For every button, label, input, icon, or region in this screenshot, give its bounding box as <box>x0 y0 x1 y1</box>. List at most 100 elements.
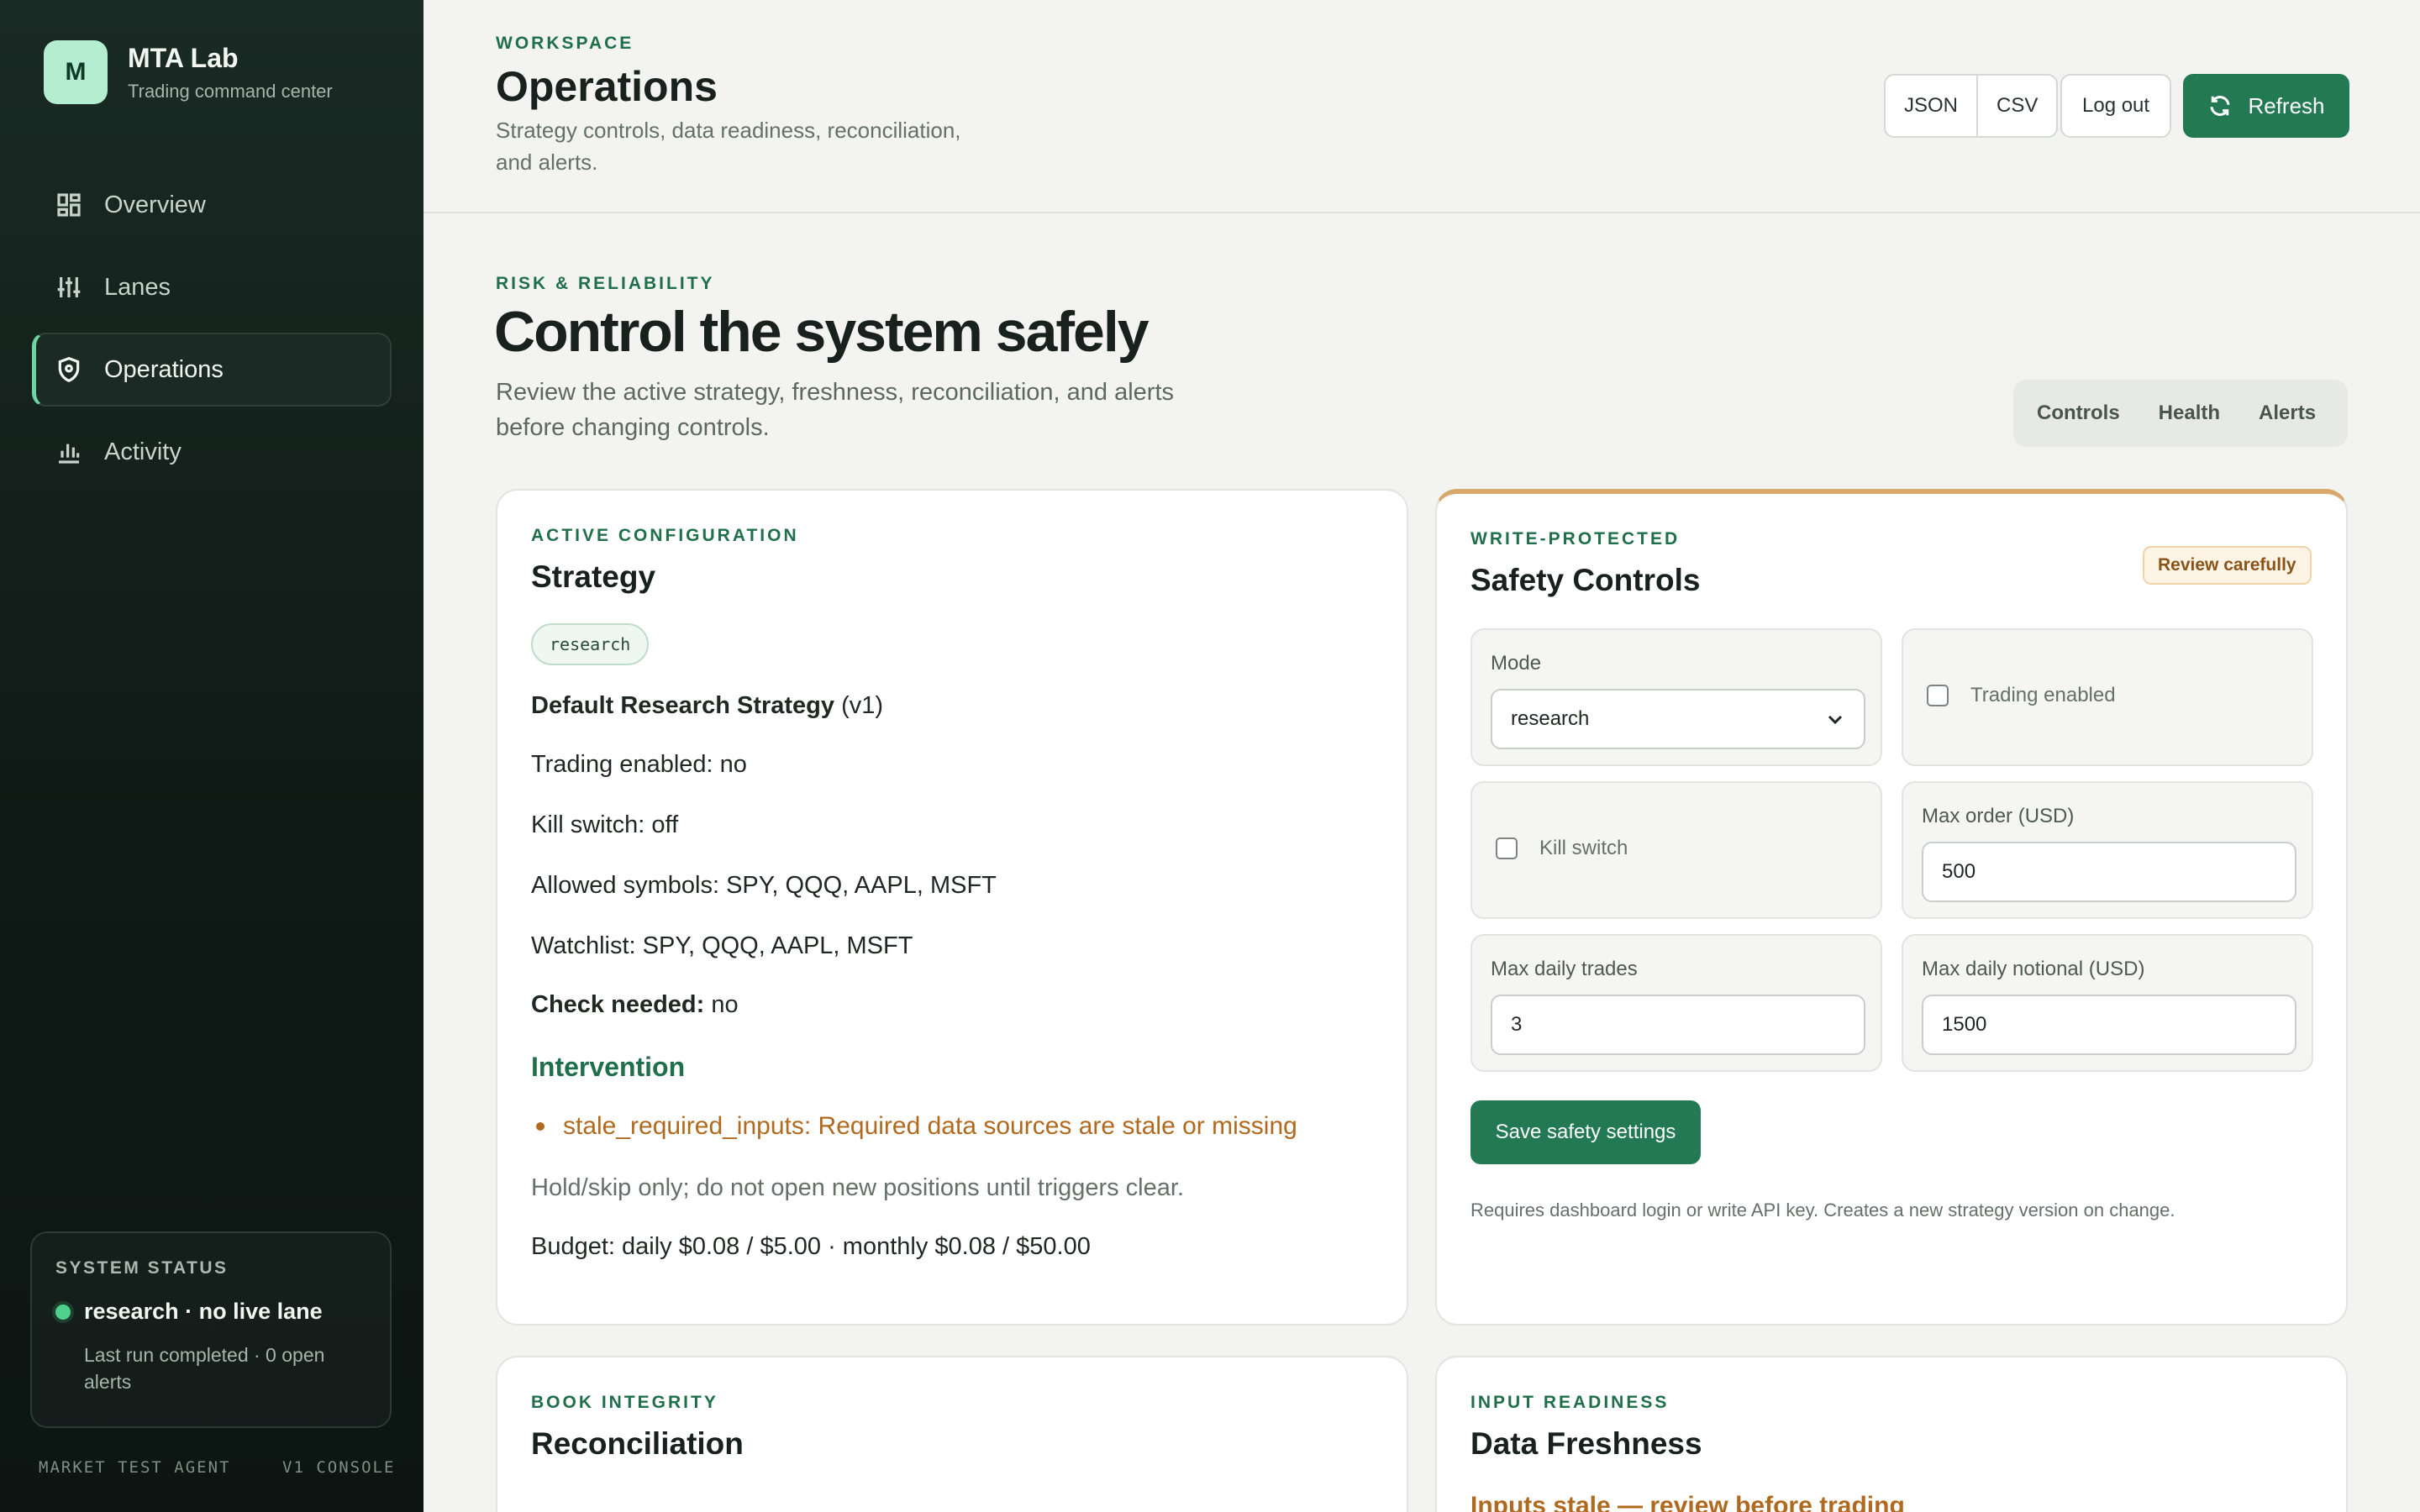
logout-button[interactable]: Log out <box>2060 74 2172 138</box>
max-daily-notional-input[interactable]: 1500 <box>1922 995 2296 1055</box>
watchlist-line: Watchlist: SPY, QQQ, AAPL, MSFT <box>531 932 913 959</box>
tab-alerts[interactable]: Alerts <box>2259 402 2316 425</box>
header-eyebrow: WORKSPACE <box>496 34 634 53</box>
sidebar-item-operations[interactable]: Operations <box>32 333 392 407</box>
page-description: Strategy controls, data readiness, recon… <box>496 118 961 175</box>
kill-switch-line: Kill switch: off <box>531 811 679 838</box>
footer-version: V1 CONSOLE <box>282 1458 396 1477</box>
sidebar-item-overview[interactable]: Overview <box>32 168 392 242</box>
sidebar-item-label: Operations <box>104 355 224 383</box>
safety-controls-card: WRITE-PROTECTED Safety Controls Review c… <box>1435 489 2348 1326</box>
safety-title: Safety Controls <box>1470 563 1701 597</box>
max-daily-notional-field: Max daily notional (USD) 1500 <box>1902 934 2313 1072</box>
sidebar-nav: Overview Lanes Operations Activity <box>32 168 392 497</box>
freshness-warning: Inputs stale — review before trading <box>1470 1492 1905 1512</box>
max-daily-trades-label: Max daily trades <box>1491 958 1638 980</box>
trading-enabled-label: Trading enabled <box>1970 684 2116 706</box>
export-button-group: JSON CSV <box>1884 74 2059 138</box>
system-status-main: research · no live lane <box>55 1299 366 1325</box>
sidebar-item-lanes[interactable]: Lanes <box>32 250 392 324</box>
footer-agent-name: MARKET TEST AGENT <box>39 1458 231 1477</box>
system-status-sub: Last run completed · 0 open alerts <box>84 1344 325 1393</box>
max-order-field: Max order (USD) 500 <box>1902 781 2313 919</box>
system-status-card: SYSTEM STATUS research · no live lane La… <box>30 1231 392 1428</box>
page-title: Operations <box>496 63 718 110</box>
strategy-name: Default Research Strategy <box>531 692 835 719</box>
brand-logo: M <box>44 40 108 104</box>
data-freshness-card: INPUT READINESS Data Freshness Inputs st… <box>1435 1356 2348 1512</box>
kill-switch-checkbox[interactable] <box>1496 837 1518 859</box>
trading-enabled-checkbox[interactable] <box>1927 685 1949 706</box>
sidebar-item-activity[interactable]: Activity <box>32 415 392 489</box>
mode-field: Mode research <box>1470 628 1882 766</box>
mode-label: Mode <box>1491 652 1542 675</box>
refresh-label: Refresh <box>2248 92 2325 118</box>
reconciliation-card: BOOK INTEGRITY Reconciliation <box>496 1356 1408 1512</box>
intervention-item: stale_required_inputs: Required data sou… <box>531 1112 1297 1141</box>
sidebar-item-label: Overview <box>104 191 206 218</box>
grid-icon <box>55 192 82 218</box>
strategy-card: ACTIVE CONFIGURATION Strategy research D… <box>496 489 1408 1326</box>
tab-health[interactable]: Health <box>2159 402 2220 425</box>
refresh-button[interactable]: Refresh <box>2183 74 2349 138</box>
kill-switch-field: Kill switch <box>1470 781 1882 919</box>
system-status-text: research · no live lane <box>84 1299 323 1324</box>
check-needed-value: no <box>711 991 739 1018</box>
freshness-eyebrow: INPUT READINESS <box>1470 1393 1670 1412</box>
section-tabs: Controls Health Alerts <box>2013 380 2348 447</box>
status-dot-icon <box>55 1304 71 1320</box>
max-daily-notional-label: Max daily notional (USD) <box>1922 958 2145 980</box>
budget-line: Budget: daily $0.08 / $5.00 · monthly $0… <box>531 1233 1091 1260</box>
strategy-name-line: Default Research Strategy (v1) <box>531 692 883 720</box>
mode-select-value: research <box>1511 707 1590 730</box>
export-json-button[interactable]: JSON <box>1886 76 1976 136</box>
sidebar-item-label: Activity <box>104 438 182 465</box>
brand-name: MTA Lab <box>128 42 239 73</box>
trading-enabled-line: Trading enabled: no <box>531 751 747 778</box>
hold-note: Hold/skip only; do not open new position… <box>531 1174 1184 1201</box>
mode-select[interactable]: research <box>1491 689 1865 749</box>
freshness-title: Data Freshness <box>1470 1426 1702 1461</box>
strategy-eyebrow: ACTIVE CONFIGURATION <box>531 526 799 545</box>
review-badge: Review carefully <box>2143 546 2312 585</box>
sidebar: M MTA Lab Trading command center Overvie… <box>0 0 424 1512</box>
max-daily-trades-input[interactable]: 3 <box>1491 995 1865 1055</box>
strategy-mode-tag: research <box>531 623 650 665</box>
max-order-label: Max order (USD) <box>1922 805 2075 827</box>
bullet-icon <box>536 1122 544 1131</box>
strategy-version: (v1) <box>841 692 884 719</box>
sliders-icon <box>55 274 82 301</box>
strategy-title: Strategy <box>531 559 656 594</box>
check-needed-label: Check needed: <box>531 991 705 1018</box>
kill-switch-label: Kill switch <box>1539 837 1628 859</box>
reconciliation-eyebrow: BOOK INTEGRITY <box>531 1393 718 1412</box>
trading-enabled-row[interactable]: Trading enabled <box>1927 684 2116 707</box>
chevron-down-icon <box>1828 715 1843 725</box>
brand-subtitle: Trading command center <box>128 80 333 102</box>
kill-switch-row[interactable]: Kill switch <box>1496 837 1628 860</box>
export-csv-button[interactable]: CSV <box>1976 76 2056 136</box>
allowed-symbols-line: Allowed symbols: SPY, QQQ, AAPL, MSFT <box>531 872 997 899</box>
brand-text: MTA Lab Trading command center <box>128 43 333 102</box>
check-needed-line: Check needed: no <box>531 991 739 1019</box>
tab-controls[interactable]: Controls <box>2037 402 2120 425</box>
refresh-icon <box>2210 96 2230 116</box>
safety-note: Requires dashboard login or write API ke… <box>1470 1200 2175 1221</box>
page-header: WORKSPACE Operations Strategy controls, … <box>424 0 2420 213</box>
section-title: Control the system safely <box>494 300 1150 364</box>
trading-enabled-field: Trading enabled <box>1902 628 2313 766</box>
safety-eyebrow: WRITE-PROTECTED <box>1470 529 1681 549</box>
reconciliation-title: Reconciliation <box>531 1426 744 1461</box>
sidebar-item-label: Lanes <box>104 273 171 301</box>
intervention-heading: Intervention <box>531 1052 686 1082</box>
intervention-item-text: stale_required_inputs: Required data sou… <box>563 1112 1297 1140</box>
bar-chart-icon <box>55 438 82 465</box>
section-eyebrow: RISK & RELIABILITY <box>496 274 715 293</box>
brand[interactable]: M MTA Lab Trading command center <box>44 40 333 104</box>
shield-icon <box>55 356 82 383</box>
section-description: Review the active strategy, freshness, r… <box>496 379 1175 441</box>
max-daily-trades-field: Max daily trades 3 <box>1470 934 1882 1072</box>
max-order-input[interactable]: 500 <box>1922 842 2296 902</box>
system-status-title: SYSTEM STATUS <box>55 1258 229 1278</box>
save-safety-settings-button[interactable]: Save safety settings <box>1470 1100 1701 1164</box>
